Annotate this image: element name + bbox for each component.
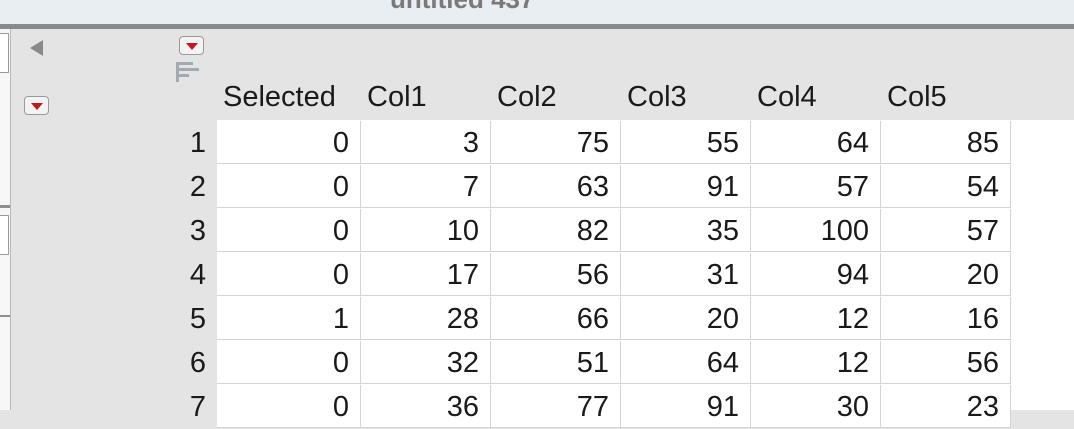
table-cell[interactable]: 0 [217,385,361,428]
table-cell[interactable]: 77 [491,385,621,428]
left-panel-box-top [0,33,9,73]
table-cell[interactable]: 75 [491,121,621,164]
table-cell[interactable]: 16 [881,297,1011,340]
table-cell[interactable]: 7 [361,165,491,208]
table-cell[interactable]: 0 [217,253,361,296]
table-cell[interactable]: 55 [621,121,751,164]
table-cell[interactable]: 0 [217,121,361,164]
table-cell[interactable]: 56 [881,341,1011,384]
table-cell[interactable]: 100 [751,209,881,252]
table-cell[interactable]: 91 [621,385,751,428]
table-cell[interactable]: 32 [361,341,491,384]
table-cell[interactable]: 1 [217,297,361,340]
table-cell[interactable]: 35 [621,209,751,252]
table-cell[interactable]: 12 [751,297,881,340]
row-number[interactable]: 2 [150,165,206,209]
column-header-col2[interactable]: Col2 [491,79,621,115]
table-cell[interactable]: 0 [217,209,361,252]
table-cell[interactable]: 85 [881,121,1011,164]
table-cell[interactable]: 94 [751,253,881,296]
column-header-col3[interactable]: Col3 [621,79,751,115]
window-titlebar: untitled 437 [0,0,1074,29]
row-number[interactable]: 7 [150,385,206,429]
table-cell[interactable]: 63 [491,165,621,208]
table-cell[interactable]: 54 [881,165,1011,208]
table-cell[interactable]: 64 [751,121,881,164]
table-cell[interactable]: 10 [361,209,491,252]
table-cell[interactable]: 51 [491,341,621,384]
table-cell[interactable]: 31 [621,253,751,296]
table-cell[interactable]: 91 [621,165,751,208]
row-number[interactable]: 6 [150,341,206,385]
rows-menu-button[interactable] [24,96,49,115]
column-header-col4[interactable]: Col4 [751,79,881,115]
table-menu-button[interactable] [179,36,204,55]
table-cell[interactable]: 17 [361,253,491,296]
table-cell[interactable]: 0 [217,165,361,208]
triangle-left-icon[interactable] [30,40,43,56]
row-number[interactable]: 3 [150,209,206,253]
table-cell[interactable]: 64 [621,341,751,384]
table-cell[interactable]: 23 [881,385,1011,428]
row-number[interactable]: 5 [150,297,206,341]
table-cell[interactable]: 56 [491,253,621,296]
left-panel-edge[interactable] [0,29,11,410]
table-cell[interactable]: 30 [751,385,881,428]
left-panel-box-middle [0,215,9,255]
table-cell[interactable]: 66 [491,297,621,340]
table-cell[interactable]: 36 [361,385,491,428]
table-cell[interactable]: 57 [881,209,1011,252]
column-header-col1[interactable]: Col1 [361,79,491,115]
column-lines-icon[interactable] [176,62,200,84]
table-cell[interactable]: 57 [751,165,881,208]
table-cell[interactable]: 0 [217,341,361,384]
table-cell[interactable]: 12 [751,341,881,384]
row-number[interactable]: 4 [150,253,206,297]
column-header-col5[interactable]: Col5 [881,79,1011,115]
table-cell[interactable]: 3 [361,121,491,164]
row-number[interactable]: 1 [150,121,206,165]
table-cell[interactable]: 20 [621,297,751,340]
table-cell[interactable]: 82 [491,209,621,252]
left-panel-divider-lower [0,315,10,317]
window-title: untitled 437 [390,0,534,15]
table-cell[interactable]: 28 [361,297,491,340]
column-header-selected[interactable]: Selected [217,79,347,115]
left-panel-divider [0,205,10,208]
table-cell[interactable]: 20 [881,253,1011,296]
